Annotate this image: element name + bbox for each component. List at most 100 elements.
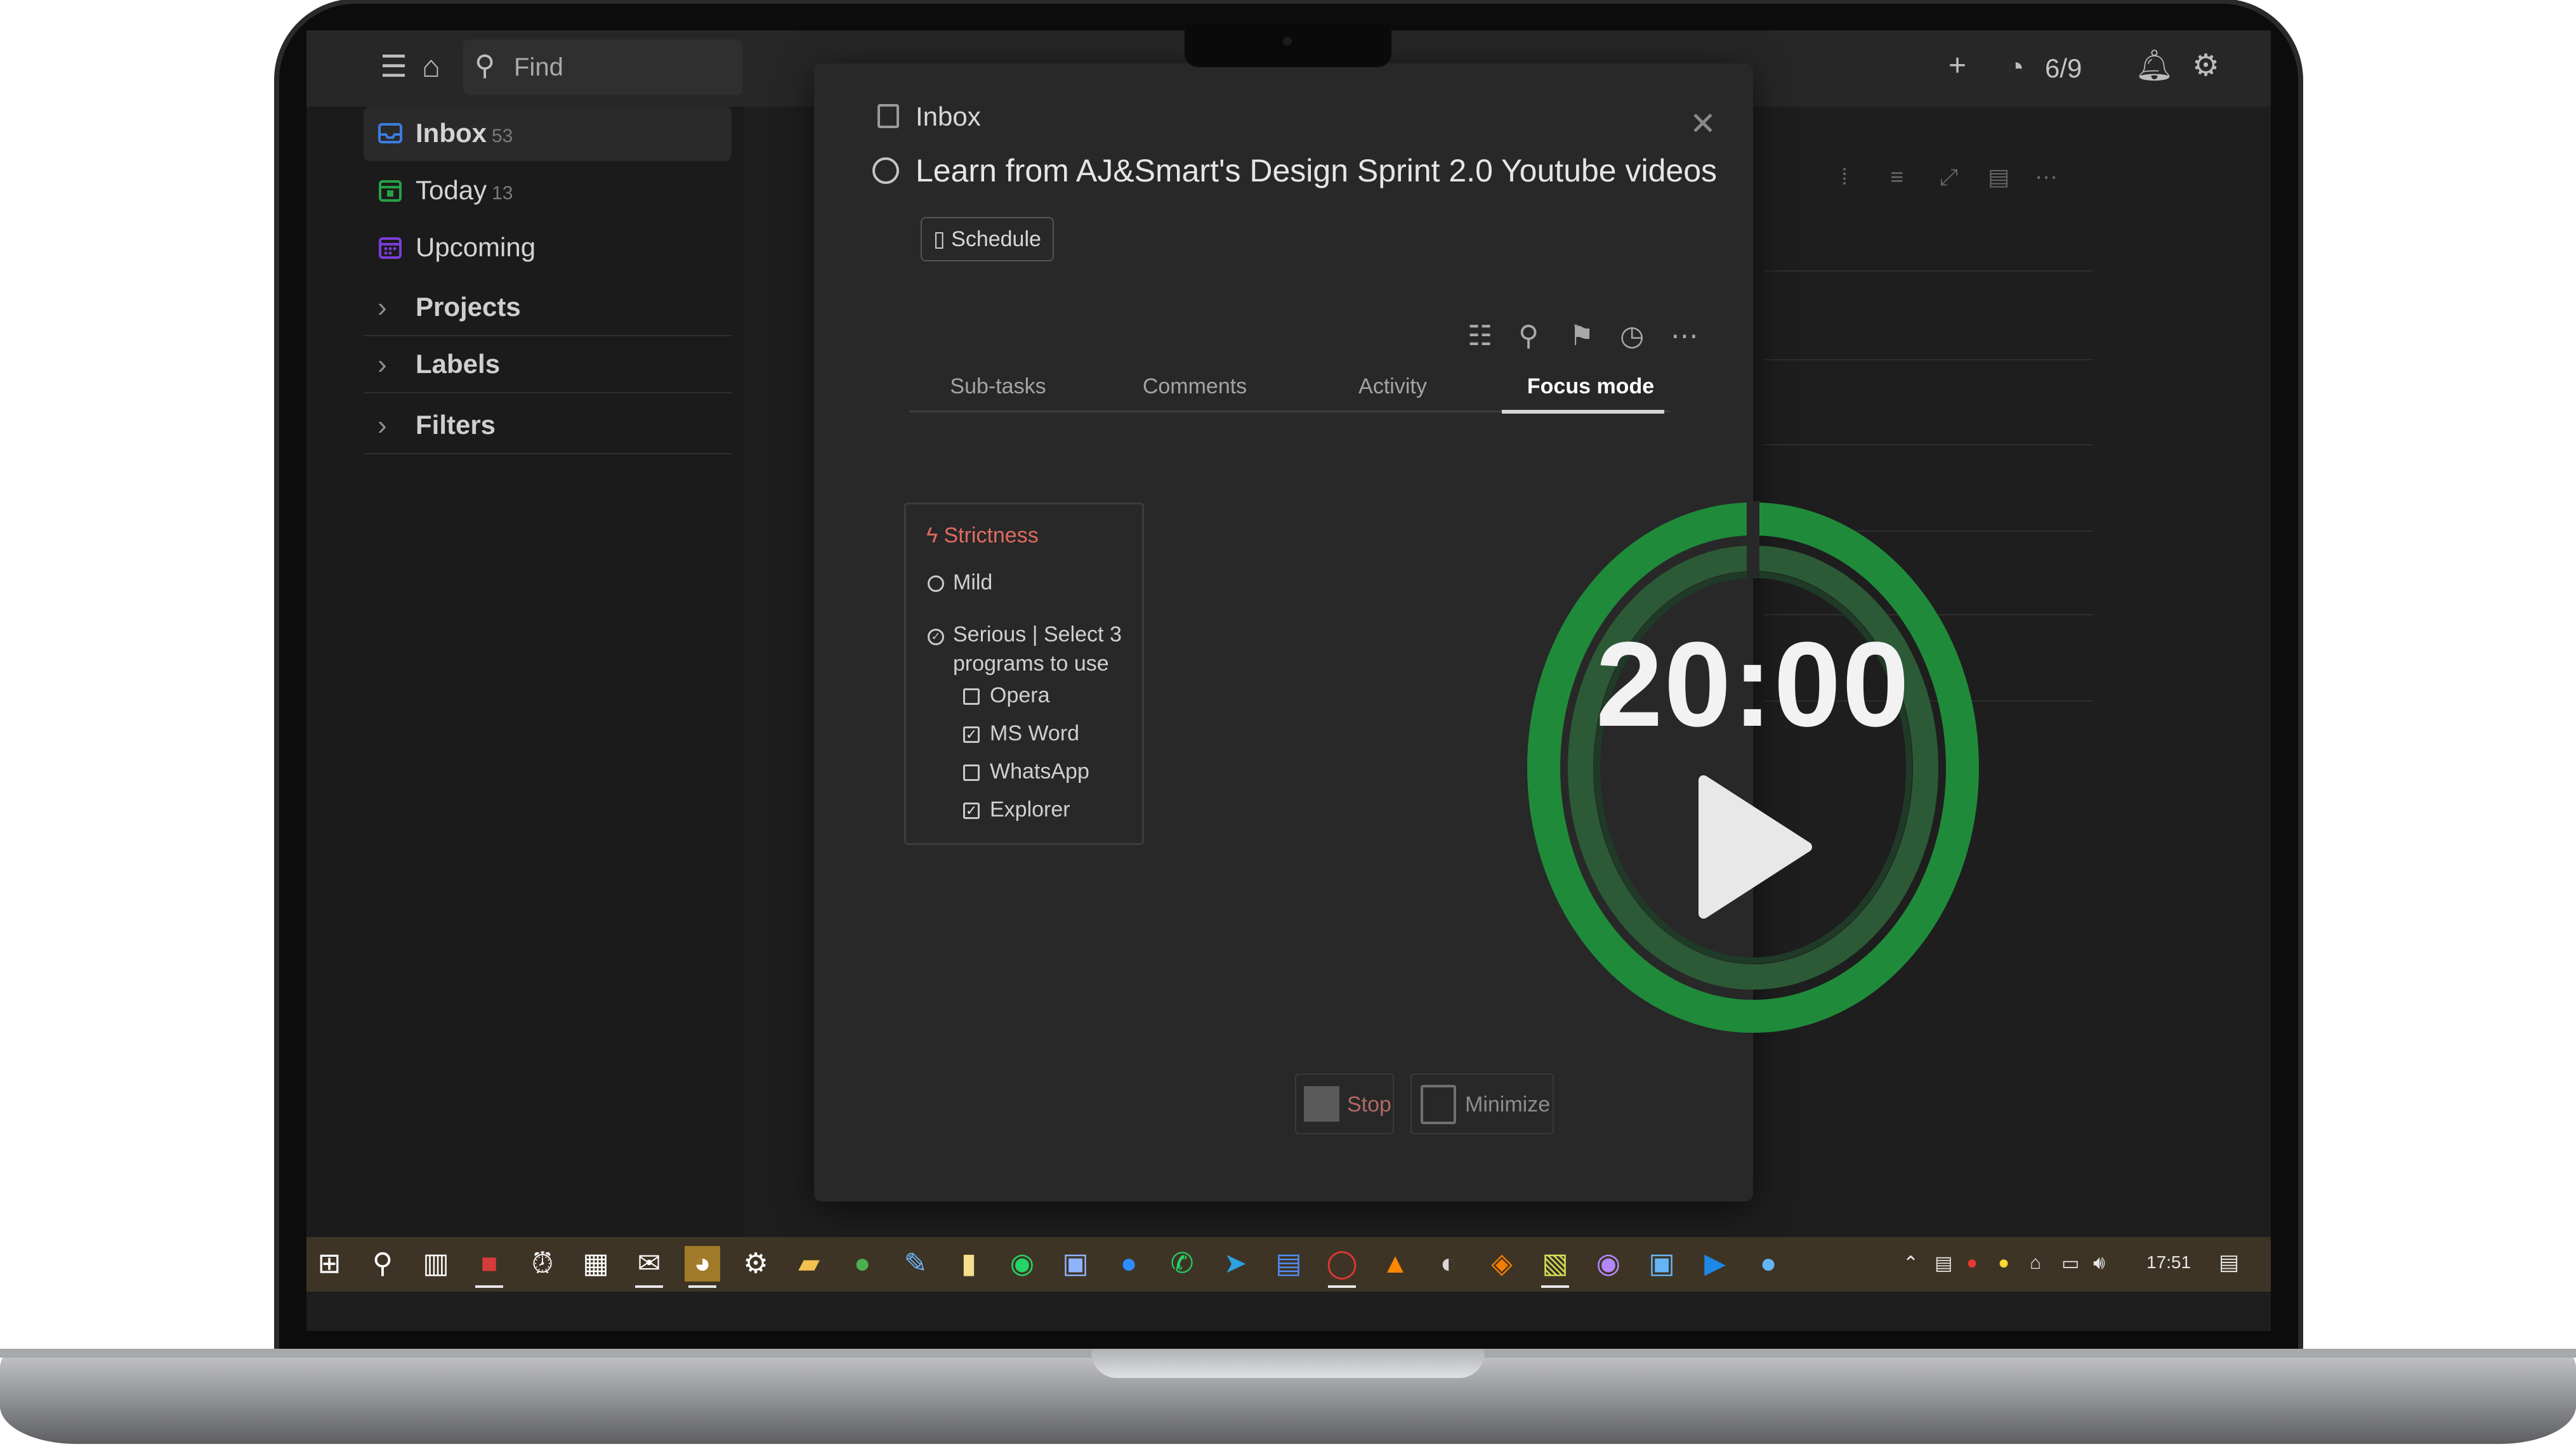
whatsapp-icon[interactable]: ✆ (1164, 1246, 1200, 1282)
explorer-checkbox[interactable]: ✓ (963, 803, 980, 819)
flag-icon[interactable]: ⚑ (1569, 320, 1594, 352)
serious-radio[interactable]: ✓ (928, 629, 944, 645)
network-icon[interactable]: ▭ (2061, 1252, 2079, 1275)
sidebar-group-filters[interactable]: › Filters (364, 397, 732, 454)
active-tab-indicator (1502, 410, 1664, 414)
app-icon[interactable]: ● (1751, 1246, 1786, 1282)
sidebar-item-today[interactable]: Today 13 (364, 164, 732, 218)
search-input[interactable]: ⚲ Find (463, 39, 742, 95)
tab-sub-tasks[interactable]: Sub-tasks (916, 374, 1081, 399)
breadcrumb[interactable]: Inbox (916, 102, 981, 132)
notifications-icon[interactable]: ▤ (2219, 1250, 2239, 1275)
task-view-icon[interactable]: ▥ (418, 1246, 454, 1282)
camera-icon (1283, 37, 1292, 46)
laptop-hinge (1091, 1349, 1485, 1378)
remote-desktop-icon[interactable]: ▣ (1058, 1246, 1093, 1282)
tray-icon[interactable]: ▤ (1935, 1252, 1952, 1275)
sidebar: Inbox 53 Today 13 Upcoming › Projects › La… (306, 107, 744, 1268)
timer-app-icon[interactable]: ◉ (1004, 1246, 1040, 1282)
pin-icon[interactable]: ⚲ (1518, 320, 1539, 352)
bell-icon[interactable]: 🔔︎ (2135, 51, 2174, 81)
gear-icon[interactable]: ⚙ (2192, 51, 2219, 81)
task-title[interactable]: Learn from AJ&Smart's Design Sprint 2.0 … (916, 152, 1717, 189)
zoom-icon[interactable]: ● (1111, 1246, 1147, 1282)
tab-comments[interactable]: Comments (1112, 374, 1277, 399)
sidebar-item-inbox[interactable]: Inbox 53 (364, 107, 732, 161)
opera-icon[interactable]: ◯ (1324, 1246, 1360, 1288)
timer-ring (1527, 501, 1979, 1033)
more-icon[interactable]: ⋯ (2035, 164, 2058, 190)
strictness-heading: ϟ Strictness (926, 523, 1039, 547)
clock[interactable]: 17:51 (2146, 1252, 2191, 1273)
windows-start-icon[interactable]: ⊞ (312, 1246, 347, 1282)
camera-notch (1185, 24, 1391, 67)
sidebar-item-upcoming[interactable]: Upcoming (364, 221, 732, 275)
notepad-icon[interactable]: ▧ (1537, 1246, 1573, 1288)
volume-icon[interactable]: 🔊︎ (2093, 1252, 2105, 1274)
alarm-icon[interactable]: ⏰︎ (525, 1246, 560, 1282)
inbox-icon (378, 123, 402, 143)
chevron-right-icon: › (378, 292, 387, 323)
sidebar-item-label: Upcoming (416, 232, 536, 262)
file-explorer-icon[interactable]: ▰ (791, 1246, 827, 1282)
screen: ☰ ⌂ ⚲ Find + ◔ 6/9 🔔︎ ⚙ Inbox 53 Today 13 … (306, 30, 2271, 1331)
mild-radio[interactable] (928, 575, 944, 592)
list-divider (1763, 270, 2093, 272)
app-icon[interactable]: ◈ (1484, 1246, 1520, 1282)
board-view-icon[interactable]: ⦙ (1842, 164, 1847, 191)
app-icon[interactable]: ◉ (1591, 1246, 1626, 1282)
tab-focus-mode[interactable]: Focus mode (1508, 374, 1673, 399)
media-player-icon[interactable]: ▶ (1697, 1246, 1733, 1282)
document-icon[interactable]: ▤ (1271, 1246, 1306, 1282)
karma-count[interactable]: 6/9 (2045, 53, 2082, 84)
play-icon[interactable] (1699, 775, 1812, 919)
stop-button[interactable]: Stop (1295, 1073, 1394, 1134)
tray-icon[interactable]: ● (1966, 1252, 1978, 1274)
telegram-icon[interactable]: ➤ (1218, 1246, 1253, 1282)
comment-icon[interactable]: ▤ (1988, 164, 2009, 190)
calendar-icon[interactable]: ▦ (578, 1246, 614, 1282)
calendar-upcoming-icon (379, 237, 402, 259)
sidebar-group-projects[interactable]: › Projects (364, 279, 732, 336)
clock-icon[interactable]: ◷ (1620, 320, 1644, 352)
opera-checkbox[interactable] (963, 688, 980, 705)
task-complete-checkbox[interactable] (872, 157, 899, 184)
sidebar-item-label: Inbox 53 (416, 118, 513, 148)
task-detail-modal: Inbox ✕ Learn from AJ&Smart's Design Spr… (814, 63, 1979, 1202)
tab-activity[interactable]: Activity (1310, 374, 1475, 399)
photos-icon[interactable]: ✎ (898, 1246, 933, 1282)
pdf-app-icon[interactable]: ■ (471, 1246, 507, 1288)
close-icon[interactable]: ✕ (1690, 105, 1716, 142)
browser-icon[interactable]: ● (844, 1246, 880, 1282)
app-icon[interactable]: ▣ (1644, 1246, 1679, 1282)
more-icon[interactable]: ⋯ (1671, 320, 1699, 352)
schedule-button[interactable]: ▯ Schedule (921, 217, 1054, 261)
chevron-right-icon: › (378, 349, 387, 380)
tray-icon[interactable]: ⌂ (2030, 1252, 2041, 1274)
tray-icon[interactable]: ● (1998, 1252, 2009, 1274)
list-divider (1763, 359, 2093, 360)
app-icon[interactable]: ◐ (1431, 1246, 1466, 1282)
stop-label: Stop (1347, 1092, 1391, 1117)
sidebar-group-labels[interactable]: › Labels (364, 336, 732, 393)
notes-icon[interactable]: ▮ (951, 1246, 987, 1282)
detail-tabs: Sub-tasks Comments Activity Focus mode (909, 374, 1671, 412)
mild-label: Mild (953, 570, 993, 594)
ms-word-checkbox[interactable]: ✓ (963, 726, 980, 743)
search-icon[interactable]: ⚲ (365, 1246, 400, 1282)
expand-icon[interactable]: ⤢ (1940, 164, 1958, 191)
chevron-up-icon[interactable]: ⌃ (1903, 1252, 1919, 1275)
mail-icon[interactable]: ✉ (631, 1246, 667, 1288)
chrome-app-icon[interactable]: ◕ (685, 1246, 720, 1288)
vlc-icon[interactable]: ▲ (1377, 1246, 1413, 1282)
menu-icon[interactable]: ☰ (380, 52, 407, 82)
plus-icon[interactable]: + (1948, 51, 1966, 81)
list-view-icon[interactable]: ≡ (1890, 164, 1903, 190)
subtask-list-icon[interactable]: ☷ (1468, 320, 1492, 352)
minimize-button[interactable]: Minimize (1410, 1073, 1554, 1134)
productivity-icon[interactable]: ◔ (2007, 52, 2025, 81)
whatsapp-checkbox[interactable] (963, 764, 980, 781)
sidebar-group-label: Labels (416, 349, 501, 379)
home-icon[interactable]: ⌂ (422, 52, 440, 82)
gear-icon[interactable]: ⚙ (738, 1246, 773, 1282)
